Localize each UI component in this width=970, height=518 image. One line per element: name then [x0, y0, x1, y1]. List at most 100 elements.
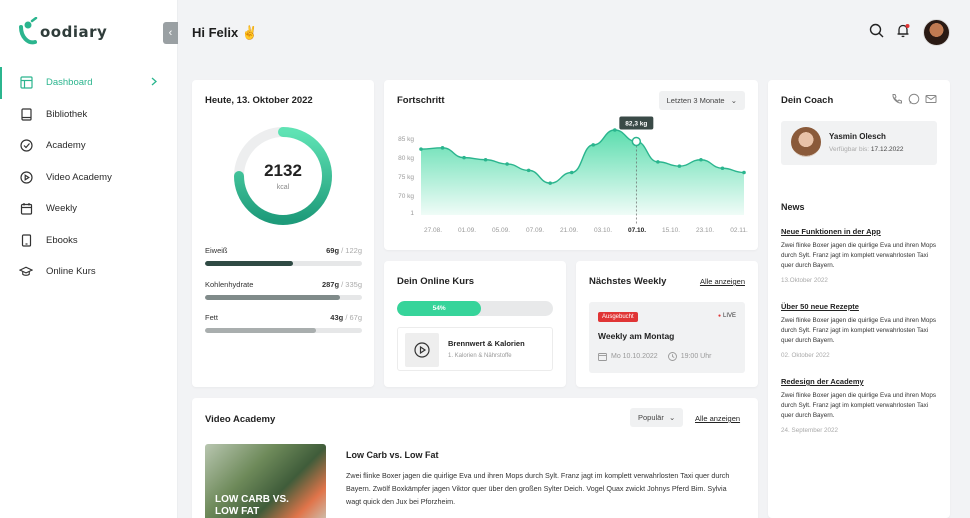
sidebar-item-ebooks[interactable]: Ebooks	[0, 225, 177, 257]
data-point	[677, 164, 682, 168]
x-tick-label: 03.10.	[594, 227, 612, 234]
course-progress-bar: 54%	[397, 301, 553, 316]
x-tick-label: 07.10.	[628, 227, 646, 234]
video-title[interactable]: Low Carb vs. Low Fat	[346, 450, 439, 460]
sidebar-nav: Dashboard Bibliothek Academy Video Acade…	[0, 67, 177, 288]
data-point	[440, 146, 445, 150]
data-point	[462, 155, 466, 160]
sidebar-item-label: Video Academy	[46, 171, 112, 183]
x-tick-label: 05.09.	[492, 227, 510, 234]
page-greeting: Hi Felix ✌	[192, 25, 259, 40]
check-circle-icon	[19, 139, 33, 153]
macro-max: / 122g	[341, 246, 362, 255]
data-point	[742, 170, 746, 175]
sidebar-item-bibliothek[interactable]: Bibliothek	[0, 99, 177, 131]
macro-bar-fill	[205, 261, 293, 266]
coach-availability-label: Verfügbar bis:	[829, 146, 870, 153]
sidebar-item-online-kurs[interactable]: Online Kurs	[0, 256, 177, 288]
chevron-left-icon: ‹	[168, 27, 173, 39]
coach-title: Dein Coach	[781, 95, 834, 106]
collapse-sidebar-button[interactable]: ‹	[163, 22, 178, 44]
coach-availability: Verfügbar bis: 17.12.2022	[829, 146, 903, 153]
sidebar-item-label: Weekly	[46, 203, 77, 215]
sidebar-item-label: Ebooks	[46, 234, 78, 246]
news-item-title[interactable]: Neue Funktionen in der App	[781, 227, 939, 236]
macro-bar-fill	[205, 295, 341, 300]
news-heading: News	[781, 202, 805, 212]
play-icon[interactable]	[405, 333, 439, 367]
video-thumbnail[interactable]: LOW CARB VS. LOW FAT	[205, 444, 326, 518]
whatsapp-icon[interactable]	[908, 93, 920, 105]
tooltip-label: 82,3 kg	[625, 120, 647, 127]
macro-bar-track	[205, 261, 362, 266]
coach-name: Yasmin Olesch	[829, 132, 886, 141]
macro-value: 69g	[326, 246, 340, 255]
sidebar-item-dashboard[interactable]: Dashboard	[0, 67, 177, 99]
macro-name: Eiweiß	[205, 246, 228, 255]
coach-avatar	[791, 127, 821, 157]
logo[interactable]: oodiary	[18, 16, 107, 48]
news-item: Redesign der Academy Zwei flinke Boxer j…	[781, 377, 939, 434]
news-item-text: Zwei flinke Boxer jagen die quirlige Eva…	[781, 242, 937, 269]
x-tick-label: 23.10.	[696, 227, 714, 234]
news-item-title[interactable]: Über 50 neue Rezepte	[781, 302, 939, 311]
data-point	[720, 166, 725, 171]
news-item-title[interactable]: Redesign der Academy	[781, 377, 939, 386]
sort-select[interactable]: Populär ⌄	[630, 408, 684, 427]
coach-profile[interactable]: Yasmin Olesch Verfügbar bis: 17.12.2022	[781, 121, 937, 165]
online-course-card: Dein Online Kurs 54% Brennwert & Kalorie…	[384, 261, 566, 387]
notification-bell-icon[interactable]	[896, 23, 911, 43]
x-tick-label: 07.09.	[526, 227, 544, 234]
logo-mark-icon	[19, 17, 38, 45]
logo-text: oodiary	[40, 23, 108, 41]
chevron-down-icon: ⌄	[668, 413, 676, 422]
news-item-text: Zwei flinke Boxer jagen die quirlige Eva…	[781, 392, 937, 419]
data-point	[548, 181, 552, 185]
video-description: Zwei flinke Boxer jagen die quirlige Eva…	[346, 471, 730, 506]
news-item: Über 50 neue Rezepte Zwei flinke Boxer j…	[781, 302, 939, 359]
weekly-title: Nächstes Weekly	[589, 276, 667, 287]
data-point	[656, 160, 660, 164]
phone-icon[interactable]	[891, 93, 903, 105]
sidebar-item-academy[interactable]: Academy	[0, 130, 177, 162]
x-tick-label: 27.08.	[424, 227, 442, 234]
sidebar: oodiary ‹ Dashboard Bibliothek Academy V…	[0, 0, 178, 518]
weekly-event-meta: Mo 10.10.2022 19:00 Uhr	[598, 352, 711, 361]
video-show-all-link[interactable]: Alle anzeigen	[695, 414, 740, 423]
macro-name: Fett	[205, 313, 218, 322]
video-thumbnail-label: LOW CARB VS. LOW FAT	[215, 494, 289, 517]
y-tick-label: 80 kg	[398, 155, 414, 162]
course-lesson-item[interactable]: Brennwert & Kalorien 1. Kalorien & Nährs…	[397, 327, 553, 371]
status-badge: Ausgebucht	[598, 312, 638, 322]
macro-protein: Eiweiß 69g / 122g	[205, 246, 362, 266]
user-avatar[interactable]	[923, 19, 950, 46]
x-tick-label: 15.10.	[662, 227, 680, 234]
sidebar-item-label: Academy	[46, 140, 86, 152]
macro-bar-track	[205, 295, 362, 300]
data-point	[569, 170, 574, 175]
progress-card: Fortschritt Letzten 3 Monate ⌄ 85 kg 80 k…	[384, 80, 758, 250]
search-icon[interactable]	[869, 23, 884, 43]
mail-icon[interactable]	[925, 93, 937, 105]
today-card: Heute, 13. Oktober 2022 2132 kcal Eiweiß…	[192, 80, 374, 387]
weekly-event[interactable]: Ausgebucht LIVE Weekly am Montag Mo 10.1…	[589, 302, 745, 373]
sidebar-item-label: Online Kurs	[46, 266, 96, 278]
sort-select-value: Populär	[638, 413, 664, 422]
chevron-right-icon	[151, 77, 157, 89]
weekly-show-all-link[interactable]: Alle anzeigen	[700, 277, 745, 286]
y-tick-label: 75 kg	[398, 174, 414, 181]
sidebar-item-video-academy[interactable]: Video Academy	[0, 162, 177, 194]
weekly-card: Nächstes Weekly Alle anzeigen Ausgebucht…	[576, 261, 758, 387]
book-icon	[19, 107, 33, 121]
macro-max: / 335g	[341, 280, 362, 289]
graduation-cap-icon	[19, 265, 33, 279]
today-title: Heute, 13. Oktober 2022	[205, 95, 313, 106]
y-tick-label: 85 kg	[398, 136, 414, 143]
calorie-value: 2132	[264, 161, 302, 180]
sidebar-item-weekly[interactable]: Weekly	[0, 193, 177, 225]
calorie-unit: kcal	[276, 184, 290, 191]
data-point	[505, 162, 509, 166]
layout-icon	[19, 76, 33, 90]
sidebar-item-label: Bibliothek	[46, 108, 88, 120]
live-indicator: LIVE	[718, 313, 736, 319]
